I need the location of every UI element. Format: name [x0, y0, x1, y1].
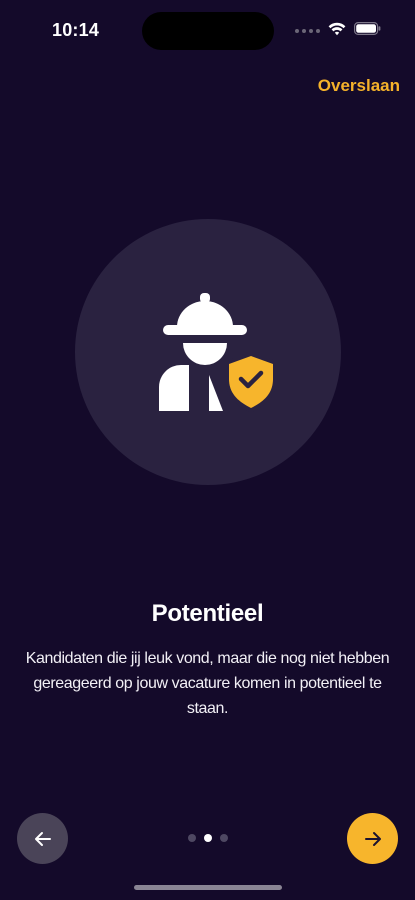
wifi-icon [328, 22, 346, 41]
slide-description: Kandidaten die jij leuk vond, maar die n… [25, 650, 390, 717]
illustration-circle [75, 219, 341, 485]
battery-icon [354, 22, 381, 40]
next-button[interactable] [347, 813, 398, 864]
dynamic-island [142, 12, 274, 50]
cellular-signal-icon [295, 29, 320, 33]
slide-title: Potentieel [151, 600, 264, 627]
skip-button[interactable]: Overslaan [318, 76, 400, 96]
page-dot-1[interactable] [187, 834, 196, 842]
arrow-right-icon [364, 831, 381, 846]
worker-with-shield-check-icon [159, 293, 277, 413]
page-dot-3[interactable] [219, 834, 228, 842]
home-indicator[interactable] [134, 885, 282, 890]
status-time: 10:14 [52, 20, 100, 40]
status-icons [295, 22, 381, 40]
page-dot-2[interactable] [203, 834, 212, 842]
onboarding-screen: 10:14 Overslaan Potentieel Kandidaten di… [0, 0, 415, 900]
